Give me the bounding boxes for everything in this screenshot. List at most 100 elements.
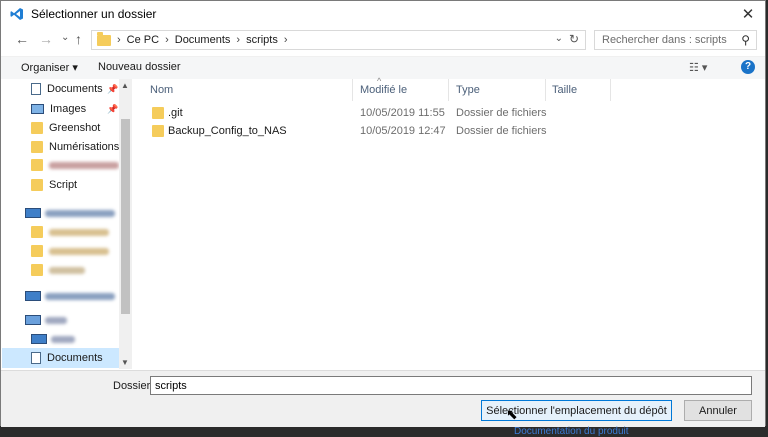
sidebar-item-label: Greenshot: [49, 122, 101, 134]
navigation-bar: ← → ⌄ ↑ › Ce PC › Documents › scripts › …: [1, 28, 765, 52]
chevron-down-icon[interactable]: ⌄: [555, 33, 563, 44]
redacted-label: [49, 161, 119, 169]
help-icon[interactable]: ?: [741, 60, 755, 74]
folder-name-input[interactable]: [150, 376, 752, 395]
sidebar-item-label: Script: [49, 179, 78, 191]
file-type: Dossier de fichiers: [456, 107, 547, 119]
folder-icon: [31, 179, 43, 191]
navigation-pane: Documents 📌 Images 📌 Greenshot Numérisat…: [1, 79, 132, 369]
sidebar-item-redacted[interactable]: [31, 222, 109, 242]
folder-icon: [31, 245, 43, 257]
column-divider[interactable]: [610, 79, 611, 101]
close-icon[interactable]: ✕: [737, 4, 759, 24]
sidebar-item-redacted[interactable]: [25, 310, 67, 330]
sidebar-item-label: Numérisations: [49, 141, 120, 153]
breadcrumb-item[interactable]: scripts: [246, 34, 278, 46]
redacted-label: [49, 247, 109, 255]
sidebar-item-images[interactable]: Images: [31, 99, 86, 119]
chevron-right-icon: ›: [236, 34, 241, 46]
up-arrow-icon[interactable]: ↑: [75, 31, 82, 47]
scroll-down-icon[interactable]: ▼: [121, 358, 129, 367]
images-icon: [31, 104, 44, 114]
sidebar-item-redacted[interactable]: [31, 329, 75, 349]
view-options-icon[interactable]: ☷ ▾: [689, 61, 707, 74]
column-header-size[interactable]: Taille: [552, 84, 577, 96]
column-header-type[interactable]: Type: [456, 84, 480, 96]
file-type: Dossier de fichiers: [456, 125, 547, 137]
list-item[interactable]: Backup_Config_to_NAS 10/05/2019 12:47 Do…: [132, 122, 765, 140]
sidebar-item-greenshot[interactable]: Greenshot: [31, 118, 100, 138]
column-divider[interactable]: [448, 79, 449, 101]
file-name: .git: [168, 107, 183, 119]
redacted-label: [51, 335, 75, 343]
scrollbar-thumb[interactable]: [121, 119, 130, 314]
drive-icon: [25, 208, 41, 218]
sidebar-item-redacted[interactable]: [25, 203, 115, 223]
sidebar-item-redacted[interactable]: [31, 241, 109, 261]
redacted-label: [49, 266, 85, 274]
sidebar-item-label: Images: [50, 103, 87, 115]
sidebar-item-numerisations[interactable]: Numérisations: [31, 137, 119, 157]
breadcrumb-item[interactable]: Documents: [175, 34, 231, 46]
network-icon: [25, 315, 41, 325]
sidebar-item-label: Documents: [47, 352, 103, 364]
folder-icon: [31, 122, 43, 134]
folder-icon: [152, 125, 164, 137]
sidebar-item-documents-selected[interactable]: Documents: [31, 348, 103, 368]
documents-icon: [31, 83, 41, 95]
folder-icon: [31, 226, 43, 238]
redacted-label: [49, 228, 109, 236]
file-name: Backup_Config_to_NAS: [168, 125, 287, 137]
sidebar-scrollbar[interactable]: ▲ ▼: [119, 79, 132, 369]
column-header-name[interactable]: Nom: [150, 84, 173, 96]
dialog-title: Sélectionner un dossier: [31, 7, 157, 21]
pin-icon[interactable]: 📌: [107, 104, 118, 115]
sidebar-item-redacted[interactable]: [31, 260, 85, 280]
dialog-footer: Dossier : Sélectionner l'emplacement du …: [1, 370, 765, 427]
folder-icon: [152, 107, 164, 119]
search-input[interactable]: Rechercher dans : scripts ⚲: [594, 30, 757, 50]
chevron-right-icon: ›: [117, 34, 121, 46]
scroll-up-icon[interactable]: ▲: [121, 81, 129, 90]
chevron-right-icon: ›: [283, 34, 288, 46]
sidebar-item-redacted[interactable]: [25, 286, 115, 306]
search-placeholder: Rechercher dans : scripts: [602, 34, 727, 46]
file-modified: 10/05/2019 11:55: [360, 107, 445, 119]
forward-arrow-icon[interactable]: →: [39, 31, 53, 47]
breadcrumb-item[interactable]: Ce PC: [127, 34, 159, 46]
column-divider[interactable]: [352, 79, 353, 101]
drive-icon: [25, 291, 41, 301]
sidebar-item-redacted[interactable]: [31, 155, 119, 175]
folder-icon: [97, 31, 111, 46]
pin-icon[interactable]: 📌: [107, 84, 118, 95]
folder-icon: [31, 159, 43, 171]
column-divider[interactable]: [545, 79, 546, 101]
redacted-label: [45, 292, 115, 300]
column-header-modified[interactable]: Modifié le: [360, 84, 407, 96]
list-item[interactable]: .git 10/05/2019 11:55 Dossier de fichier…: [132, 104, 765, 122]
address-bar[interactable]: › Ce PC › Documents › scripts › ⌄ ↻: [91, 30, 586, 50]
folder-icon: [31, 141, 43, 153]
folder-icon: [31, 264, 43, 276]
documents-icon: [31, 352, 41, 364]
new-folder-button[interactable]: Nouveau dossier: [98, 61, 181, 73]
search-icon[interactable]: ⚲: [741, 33, 750, 47]
computer-icon: [31, 334, 47, 344]
refresh-icon[interactable]: ↻: [569, 32, 579, 46]
sidebar-item-documents[interactable]: Documents: [31, 79, 103, 99]
folder-picker-dialog: Sélectionner un dossier ✕ ← → ⌄ ↑ › Ce P…: [0, 0, 766, 427]
redacted-label: [45, 316, 67, 324]
recent-locations-icon[interactable]: ⌄: [61, 32, 69, 43]
sidebar-item-label: Documents: [47, 83, 103, 95]
sidebar-item-script[interactable]: Script: [31, 175, 77, 195]
vscode-icon: [9, 6, 25, 22]
chevron-right-icon: ›: [165, 34, 169, 46]
back-arrow-icon[interactable]: ←: [15, 31, 29, 47]
organize-button[interactable]: Organiser ▾: [21, 61, 78, 74]
cancel-button[interactable]: Annuler: [684, 400, 752, 421]
column-header-row: ^ Nom Modifié le Type Taille: [132, 76, 765, 101]
file-modified: 10/05/2019 12:47: [360, 125, 446, 137]
redacted-label: [45, 209, 115, 217]
title-bar: Sélectionner un dossier ✕: [1, 1, 765, 27]
command-bar: Organiser ▾ Nouveau dossier ☷ ▾ ?: [1, 56, 765, 79]
